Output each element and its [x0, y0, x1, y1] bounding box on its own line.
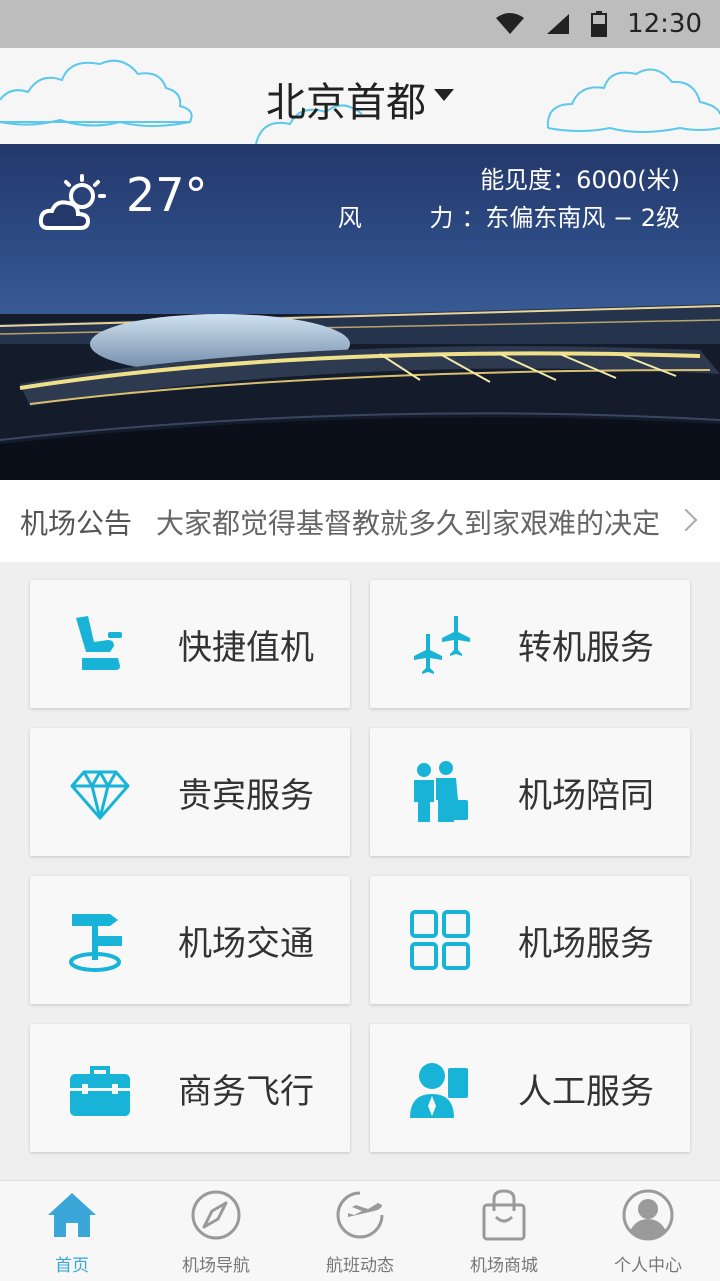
seat-icon [76, 616, 122, 670]
service-label: 贵宾服务 [178, 776, 314, 816]
agent-icon [410, 1063, 468, 1118]
notice-text: 大家都觉得基督教就多久到家艰难的决定 [156, 507, 661, 540]
tab-label: 首页 [55, 1256, 89, 1276]
battery-icon [591, 11, 608, 37]
escort-icon [414, 761, 468, 822]
status-bar: 12:30 [0, 0, 720, 48]
airport-notice-bar[interactable]: 机场公告 大家都觉得基督教就多久到家艰难的决定 [0, 480, 720, 562]
tab-personal-center[interactable]: 个人中心 [576, 1181, 720, 1281]
wind-value: ：东偏东南风 − 2级 [461, 204, 680, 232]
notice-label: 机场公告 [20, 507, 133, 540]
service-business-flight[interactable]: 商务飞行 [30, 1024, 350, 1152]
tab-airport-navigation[interactable]: 机场导航 [144, 1181, 288, 1281]
temperature: 27° [126, 168, 208, 222]
grid-icon [410, 910, 470, 970]
service-escort[interactable]: 机场陪同 [370, 728, 690, 856]
tab-label: 个人中心 [614, 1256, 682, 1276]
service-manual[interactable]: 人工服务 [370, 1024, 690, 1152]
service-label: 转机服务 [518, 628, 654, 668]
tab-home[interactable]: 首页 [0, 1181, 144, 1281]
service-label: 商务飞行 [178, 1072, 314, 1112]
shopping-bag-icon [482, 1189, 526, 1241]
flight-status-icon [336, 1191, 384, 1239]
service-transfer[interactable]: 转机服务 [370, 580, 690, 708]
chevron-right-icon[interactable] [674, 508, 698, 532]
service-label: 快捷值机 [178, 628, 314, 668]
wind-text: 风 力：东偏东南风 − 2级 [338, 198, 680, 233]
service-transport[interactable]: 机场交通 [30, 876, 350, 1004]
compass-icon [191, 1190, 241, 1240]
city-name: 北京首都 [266, 80, 426, 126]
header: 北京首都 [0, 48, 720, 144]
service-label: 人工服务 [518, 1072, 654, 1112]
status-time: 12:30 [627, 9, 702, 39]
dropdown-caret-icon [434, 89, 454, 101]
service-airport[interactable]: 机场服务 [370, 876, 690, 1004]
service-quick-checkin[interactable]: 快捷值机 [30, 580, 350, 708]
tab-label: 航班动态 [326, 1256, 394, 1276]
service-label: 机场陪同 [518, 776, 654, 816]
tab-flight-status[interactable]: 航班动态 [288, 1181, 432, 1281]
tab-label: 机场导航 [182, 1256, 250, 1276]
signpost-icon [69, 914, 122, 972]
signal-icon [547, 14, 570, 34]
tab-airport-mall[interactable]: 机场商城 [432, 1181, 576, 1281]
planes-icon [414, 616, 470, 674]
visibility-text: 能见度：6000(米) [480, 166, 680, 194]
briefcase-icon [70, 1066, 130, 1116]
service-label: 机场服务 [518, 924, 654, 964]
tab-label: 机场商城 [470, 1256, 538, 1276]
service-vip[interactable]: 贵宾服务 [30, 728, 350, 856]
partly-cloudy-icon [38, 174, 106, 230]
service-label: 机场交通 [178, 924, 314, 964]
city-selector[interactable]: 北京首都 [0, 70, 720, 128]
diamond-icon [70, 770, 130, 820]
airport-banner: 27° 能见度：6000(米) 风 力：东偏东南风 − 2级 [0, 144, 720, 480]
home-icon [48, 1193, 96, 1237]
bottom-tab-bar: 首页 机场导航 航班动态 机场商城 个人中心 [0, 1180, 720, 1281]
wifi-icon [496, 13, 525, 34]
user-icon [622, 1189, 674, 1241]
